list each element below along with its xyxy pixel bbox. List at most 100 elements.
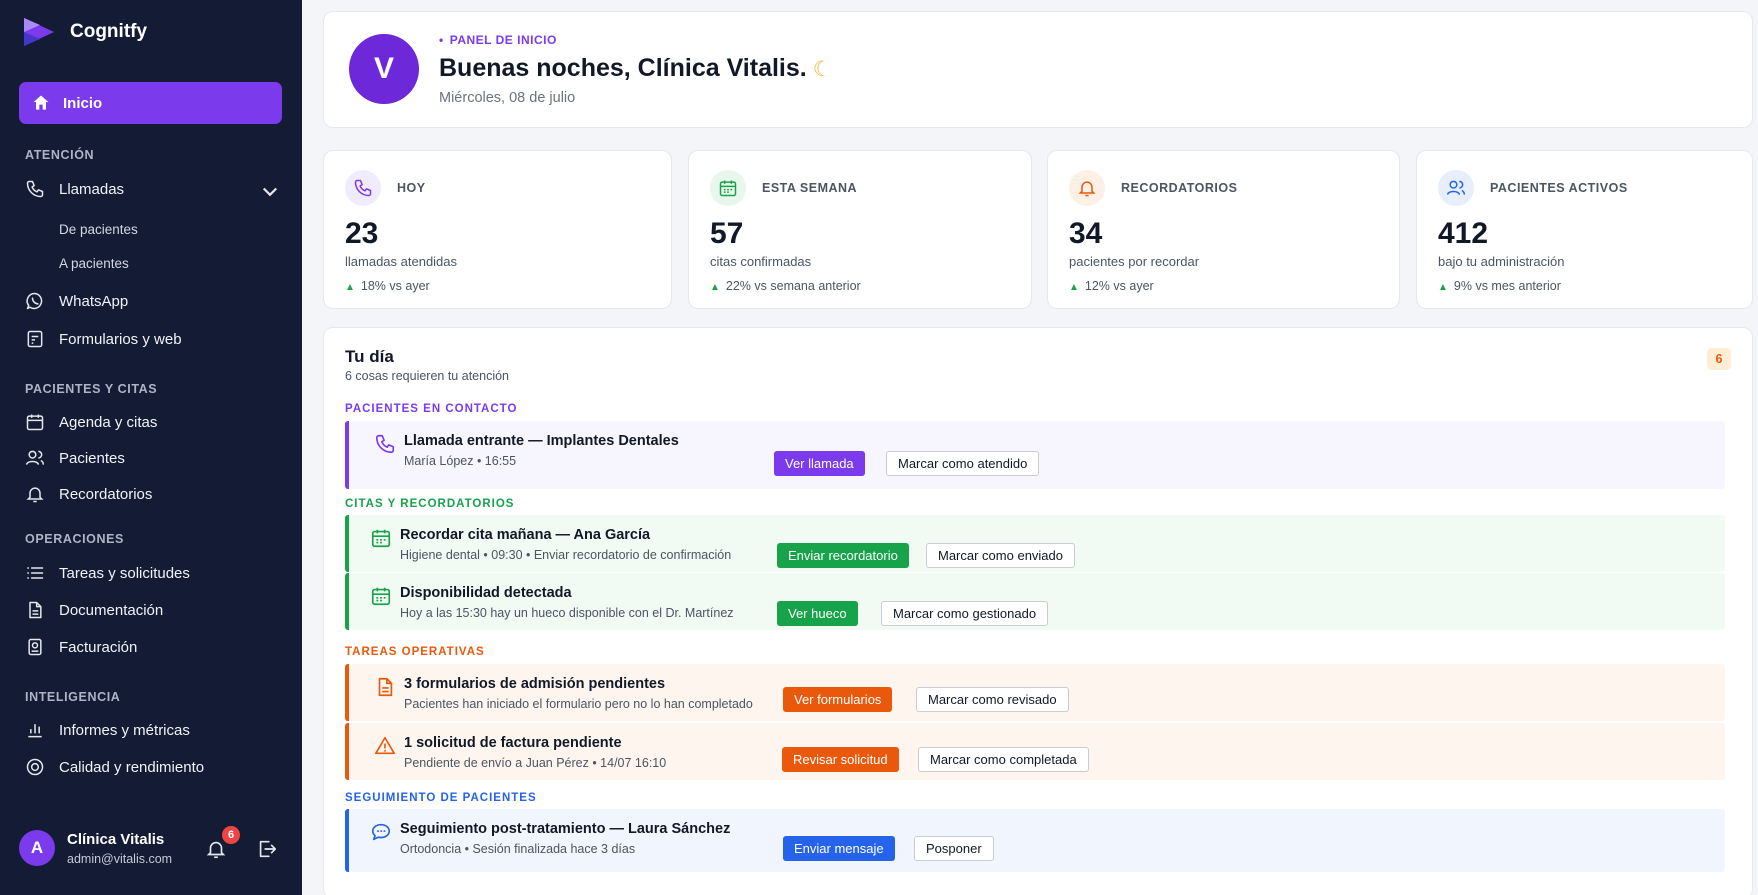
logout-icon[interactable] <box>256 838 278 860</box>
group-label-contacto: PACIENTES EN CONTACTO <box>345 403 518 415</box>
enviar-recordatorio-button[interactable]: Enviar recordatorio <box>777 543 909 568</box>
bell-icon <box>26 487 44 503</box>
marcar-revisado-button[interactable]: Marcar como revisado <box>916 687 1069 712</box>
stat-label: ESTA SEMANA <box>762 181 858 195</box>
section-subtitle: 6 cosas requieren tu atención <box>345 369 509 383</box>
marcar-atendido-button[interactable]: Marcar como atendido <box>886 451 1040 476</box>
calendar-icon <box>371 587 391 606</box>
sidebar-subitem-a-pacientes[interactable]: A pacientes <box>59 256 129 271</box>
chevron-down-icon[interactable] <box>260 181 280 201</box>
warning-icon <box>375 736 395 755</box>
section-label-operaciones: OPERACIONES <box>25 532 124 546</box>
sidebar-item-formularios[interactable]: Formularios y web <box>25 325 280 353</box>
marcar-completada-button[interactable]: Marcar como completada <box>918 747 1089 772</box>
section-label-pacientes-citas: PACIENTES Y CITAS <box>25 382 158 396</box>
stat-trend: ▲ 22% vs semana anterior <box>710 279 861 293</box>
stat-trend: ▲ 12% vs ayer <box>1069 279 1154 293</box>
marcar-enviado-button[interactable]: Marcar como enviado <box>926 543 1075 568</box>
task-item[interactable]: Seguimiento post-tratamiento — Laura Sán… <box>345 809 1725 872</box>
stat-icon-wrap <box>1069 170 1105 206</box>
stat-trend-text: 12% vs ayer <box>1084 279 1154 293</box>
stat-label: PACIENTES ACTIVOS <box>1490 181 1628 195</box>
enviar-mensaje-button[interactable]: Enviar mensaje <box>783 836 895 861</box>
sidebar-item-label: WhatsApp <box>59 292 129 310</box>
app-name: Cognitfy <box>70 21 148 42</box>
task-item[interactable]: Disponibilidad detectada Hoy a las 15:30… <box>345 573 1725 630</box>
sidebar-item-label: Tareas y solicitudes <box>59 564 190 582</box>
task-item[interactable]: Llamada entrante — Implantes Dentales Ma… <box>345 421 1725 489</box>
group-label-citas: CITAS Y RECORDATORIOS <box>345 498 515 510</box>
sidebar-item-label: Agenda y citas <box>59 413 158 431</box>
task-title: 1 solicitud de factura pendiente <box>404 735 622 751</box>
stat-trend-text: 18% vs ayer <box>360 279 430 293</box>
phone-icon <box>26 180 44 198</box>
moon-icon: ☾ <box>812 58 832 81</box>
cognitfy-logo-icon <box>24 18 54 46</box>
sidebar-item-agenda[interactable]: Agenda y citas <box>25 408 280 436</box>
sidebar-item-pacientes[interactable]: Pacientes <box>25 444 280 472</box>
sidebar-item-label: Calidad y rendimiento <box>59 758 205 776</box>
sidebar-item-tareas[interactable]: Tareas y solicitudes <box>25 559 280 587</box>
page-title: Buenas noches, Clínica Vitalis. ☾ <box>439 54 832 83</box>
stat-card-semana: ESTA SEMANA 57 citas confirmadas ▲ 22% vs… <box>688 150 1032 309</box>
task-meta: María López • 16:55 <box>404 454 517 468</box>
document-icon <box>378 677 393 697</box>
sidebar-subitem-de-pacientes[interactable]: De pacientes <box>59 222 138 237</box>
bar-chart-icon <box>28 724 42 738</box>
task-title: Seguimiento post-tratamiento — Laura Sán… <box>400 821 731 837</box>
avatar: A <box>19 830 55 866</box>
ver-llamada-button[interactable]: Ver llamada <box>774 451 865 476</box>
ver-hueco-button[interactable]: Ver hueco <box>777 601 858 626</box>
sidebar-item-label: Recordatorios <box>59 485 153 503</box>
sidebar-item-facturacion[interactable]: Facturación <box>25 633 280 661</box>
sidebar-item-label: Documentación <box>59 601 164 619</box>
revisar-solicitud-button[interactable]: Revisar solicitud <box>782 747 899 772</box>
page-kicker: PANEL DE INICIO <box>439 33 557 47</box>
task-title: Disponibilidad detectada <box>400 585 572 601</box>
task-item[interactable]: 3 formularios de admisión pendientes Pac… <box>345 664 1725 721</box>
sidebar-item-inicio[interactable]: Inicio <box>19 82 282 124</box>
stat-card-recordatorios: RECORDATORIOS 34 pacientes por recordar … <box>1047 150 1400 309</box>
sidebar-item-calidad[interactable]: Calidad y rendimiento <box>25 753 280 781</box>
stat-value: 34 <box>1069 217 1103 250</box>
task-item[interactable]: 1 solicitud de factura pendiente Pendien… <box>345 723 1725 780</box>
stat-label: HOY <box>397 181 426 195</box>
user-profile[interactable]: A Clínica Vitalis admin@vitalis.com <box>19 830 172 866</box>
sidebar-item-label: Informes y métricas <box>59 721 190 739</box>
section-label-atencion: ATENCIÓN <box>25 148 95 162</box>
calendar-icon <box>371 529 391 548</box>
sidebar-item-llamadas[interactable]: Llamadas <box>25 175 280 203</box>
message-icon <box>371 823 391 841</box>
task-meta: Pacientes han iniciado el formulario per… <box>404 697 753 711</box>
sidebar-item-label: Llamadas <box>59 180 125 198</box>
brand[interactable]: Cognitfy <box>22 16 147 48</box>
task-title: Llamada entrante — Implantes Dentales <box>404 433 679 449</box>
posponer-button[interactable]: Posponer <box>914 836 994 861</box>
stat-icon-wrap <box>345 170 381 206</box>
sidebar-item-documentacion[interactable]: Documentación <box>25 596 280 624</box>
trend-up-icon: ▲ <box>710 282 720 293</box>
target-icon <box>26 758 44 776</box>
stat-icon-wrap <box>1438 170 1474 206</box>
clinic-avatar: V <box>349 34 419 104</box>
stat-description: bajo tu administración <box>1438 254 1565 269</box>
stat-description: citas confirmadas <box>710 254 812 269</box>
stat-value: 412 <box>1438 217 1489 250</box>
sidebar-item-informes[interactable]: Informes y métricas <box>25 716 280 744</box>
section-title: Tu día <box>345 347 394 366</box>
stat-label: RECORDATORIOS <box>1121 181 1238 195</box>
task-item[interactable]: Recordar cita mañana — Ana García Higien… <box>345 515 1725 572</box>
task-meta: Higiene dental • 09:30 • Enviar recordat… <box>400 548 732 562</box>
sidebar-item-whatsapp[interactable]: WhatsApp <box>25 287 280 315</box>
section-label-inteligencia: INTELIGENCIA <box>25 690 121 704</box>
pending-count-badge: 6 <box>1707 348 1731 370</box>
greeting-text: Buenas noches, Clínica Vitalis. <box>439 54 807 82</box>
marcar-gestionado-button[interactable]: Marcar como gestionado <box>881 601 1049 626</box>
sidebar-item-label: Formularios y web <box>59 330 182 348</box>
sidebar-item-recordatorios[interactable]: Recordatorios <box>25 480 280 508</box>
ver-formularios-button[interactable]: Ver formularios <box>783 687 893 712</box>
task-meta: Pendiente de envío a Juan Pérez • 14/07 … <box>404 756 667 770</box>
task-title: 3 formularios de admisión pendientes <box>404 676 666 692</box>
trend-up-icon: ▲ <box>345 282 355 293</box>
form-icon <box>27 330 43 348</box>
